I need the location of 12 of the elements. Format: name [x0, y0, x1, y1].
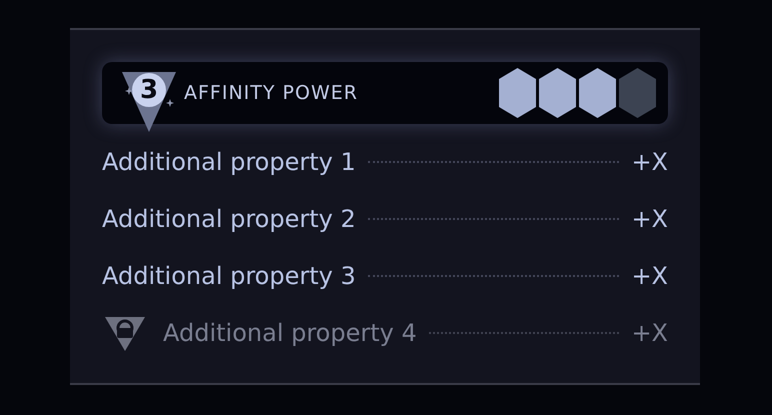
rank-number: 3 — [140, 77, 158, 103]
property-label: Additional property 3 — [102, 261, 356, 292]
property-value: +X — [631, 261, 668, 292]
header-title: AFFINITY POWER — [184, 80, 359, 106]
property-label: Additional property 4 — [163, 318, 417, 349]
property-label: Additional property 2 — [102, 204, 356, 235]
property-value: +X — [631, 147, 668, 178]
rank-badge-icon — [122, 70, 176, 132]
lock-icon — [105, 315, 145, 351]
property-label: Additional property 1 — [102, 147, 356, 178]
property-value: +X — [631, 204, 668, 235]
property-value: +X — [631, 318, 668, 349]
